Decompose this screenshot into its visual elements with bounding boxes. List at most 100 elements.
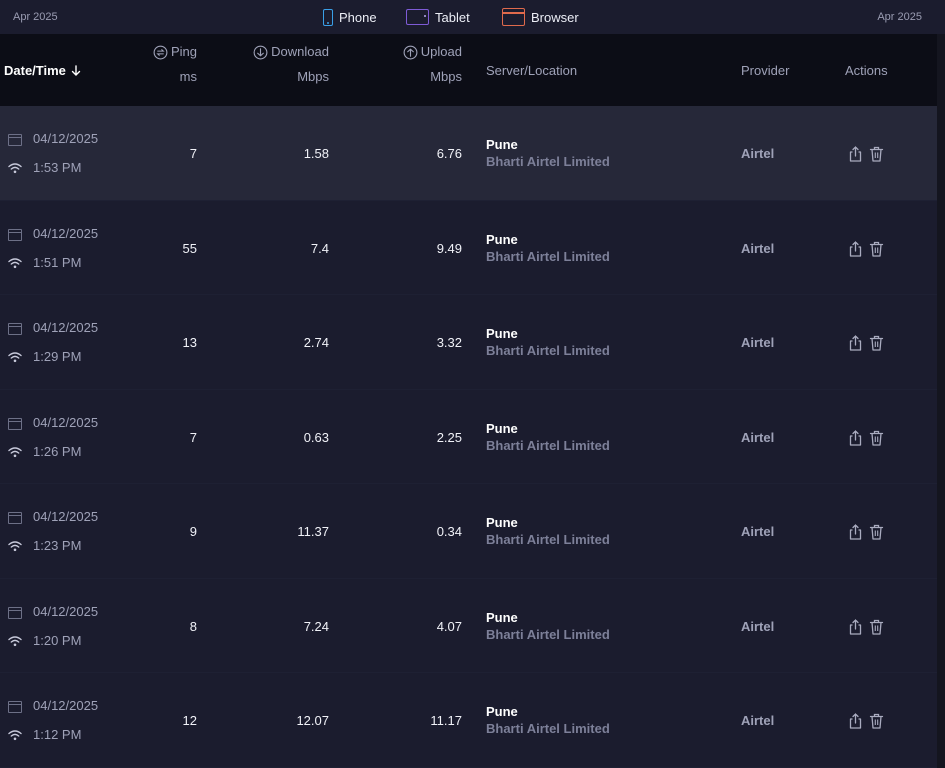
provider-name: Airtel [741,240,775,256]
table-row[interactable]: 04/12/2025 1:51 PM 55 7.4 9.49 Pune Bhar… [0,201,937,295]
column-header-provider[interactable]: Provider [741,63,789,79]
legend-item-browser[interactable]: Browser [502,6,579,28]
server-isp: Bharti Airtel Limited [486,721,610,736]
server-city: Pune [486,231,518,247]
result-time: 1:29 PM [33,349,82,364]
table-row[interactable]: 04/12/2025 1:23 PM 9 11.37 0.34 Pune Bha… [0,484,937,579]
share-icon[interactable] [848,618,863,636]
sort-descending-icon [71,65,81,76]
upload-value: 9.49 [436,240,462,256]
download-icon [253,45,268,59]
browser-icon [8,417,22,430]
chart-top-bar: Apr 2025 Phone Tablet Browser Apr 2025 [0,0,945,34]
result-date: 04/12/2025 [33,414,99,430]
server-city: Pune [486,609,518,625]
delete-icon[interactable] [869,240,884,258]
column-header-upload[interactable]: Upload Mbps [403,44,462,85]
ping-value: 7 [189,429,197,445]
download-value: 12.07 [296,713,329,728]
delete-icon[interactable] [869,618,884,636]
column-header-server[interactable]: Server/Location [486,63,577,79]
result-date: 04/12/2025 [33,225,99,241]
upload-value: 2.25 [436,429,462,445]
legend-item-tablet[interactable]: Tablet [406,6,470,28]
column-header-download[interactable]: Download Mbps [253,44,329,85]
provider-name: Airtel [741,713,775,728]
server-city: Pune [486,326,518,341]
result-date: 04/12/2025 [33,320,99,335]
server-city: Pune [486,704,518,719]
column-header-label: Upload [420,44,462,59]
table-row[interactable]: 04/12/2025 1:26 PM 7 0.63 2.25 Pune Bhar… [0,390,937,484]
provider-name: Airtel [741,335,775,350]
column-header-label: Date/Time [4,63,66,78]
results-table-body: 04/12/2025 1:53 PM 7 1.58 6.76 Pune Bhar… [0,106,937,768]
browser-icon [502,8,525,26]
table-row[interactable]: 04/12/2025 1:53 PM 7 1.58 6.76 Pune Bhar… [0,106,937,201]
share-icon[interactable] [848,523,863,541]
browser-icon [8,512,22,524]
wifi-icon [8,352,22,363]
share-icon[interactable] [848,240,863,258]
result-time: 1:23 PM [33,538,82,553]
download-value: 7.24 [303,618,329,634]
column-header-unit: ms [179,69,197,84]
download-value: 7.4 [310,240,329,256]
ping-value: 7 [189,146,197,161]
table-row[interactable]: 04/12/2025 1:12 PM 12 12.07 11.17 Pune B… [0,673,937,768]
share-icon[interactable] [848,334,863,352]
ping-value: 55 [182,240,197,256]
tablet-icon [406,9,429,25]
wifi-icon [8,257,22,268]
server-isp: Bharti Airtel Limited [486,626,610,642]
delete-icon[interactable] [869,334,884,352]
axis-date-right: Apr 2025 [877,11,922,23]
result-date: 04/12/2025 [33,509,99,524]
ping-value: 12 [182,713,197,728]
delete-icon[interactable] [869,712,884,730]
column-header-datetime[interactable]: Date/Time [4,63,81,79]
delete-icon[interactable] [869,429,884,447]
server-isp: Bharti Airtel Limited [486,248,610,264]
column-header-label: Download [271,44,329,59]
legend-label: Tablet [435,9,470,25]
server-city: Pune [486,137,518,152]
provider-name: Airtel [741,524,775,539]
axis-date-left: Apr 2025 [13,11,58,23]
provider-name: Airtel [741,618,775,634]
upload-value: 6.76 [436,146,462,161]
upload-value: 4.07 [436,618,462,634]
legend-item-phone[interactable]: Phone [323,6,377,28]
wifi-icon [8,446,22,457]
ping-icon [153,45,168,59]
result-date: 04/12/2025 [33,603,99,619]
result-time: 1:53 PM [33,160,82,175]
browser-icon [8,228,22,241]
server-isp: Bharti Airtel Limited [486,343,610,358]
browser-icon [8,323,22,335]
vertical-scrollbar[interactable] [937,34,945,768]
table-row[interactable]: 04/12/2025 1:20 PM 8 7.24 4.07 Pune Bhar… [0,579,937,673]
column-header-label: Ping [170,44,197,59]
legend-label: Phone [339,9,377,25]
column-header-actions: Actions [845,63,888,78]
result-time: 1:12 PM [33,727,82,742]
share-icon[interactable] [848,429,863,447]
upload-value: 3.32 [436,335,462,350]
upload-value: 11.17 [430,713,462,728]
delete-icon[interactable] [869,145,884,163]
table-row[interactable]: 04/12/2025 1:29 PM 13 2.74 3.32 Pune Bha… [0,295,937,390]
wifi-icon [8,541,22,552]
browser-icon [8,134,22,146]
provider-name: Airtel [741,429,775,445]
download-value: 11.37 [297,524,329,539]
server-isp: Bharti Airtel Limited [486,437,610,453]
wifi-icon [8,635,22,646]
share-icon[interactable] [848,145,863,163]
column-header-ping[interactable]: Ping ms [153,44,197,85]
ping-value: 8 [189,618,197,634]
share-icon[interactable] [848,712,863,730]
delete-icon[interactable] [869,523,884,541]
result-time: 1:26 PM [33,443,82,459]
result-time: 1:20 PM [33,632,82,648]
